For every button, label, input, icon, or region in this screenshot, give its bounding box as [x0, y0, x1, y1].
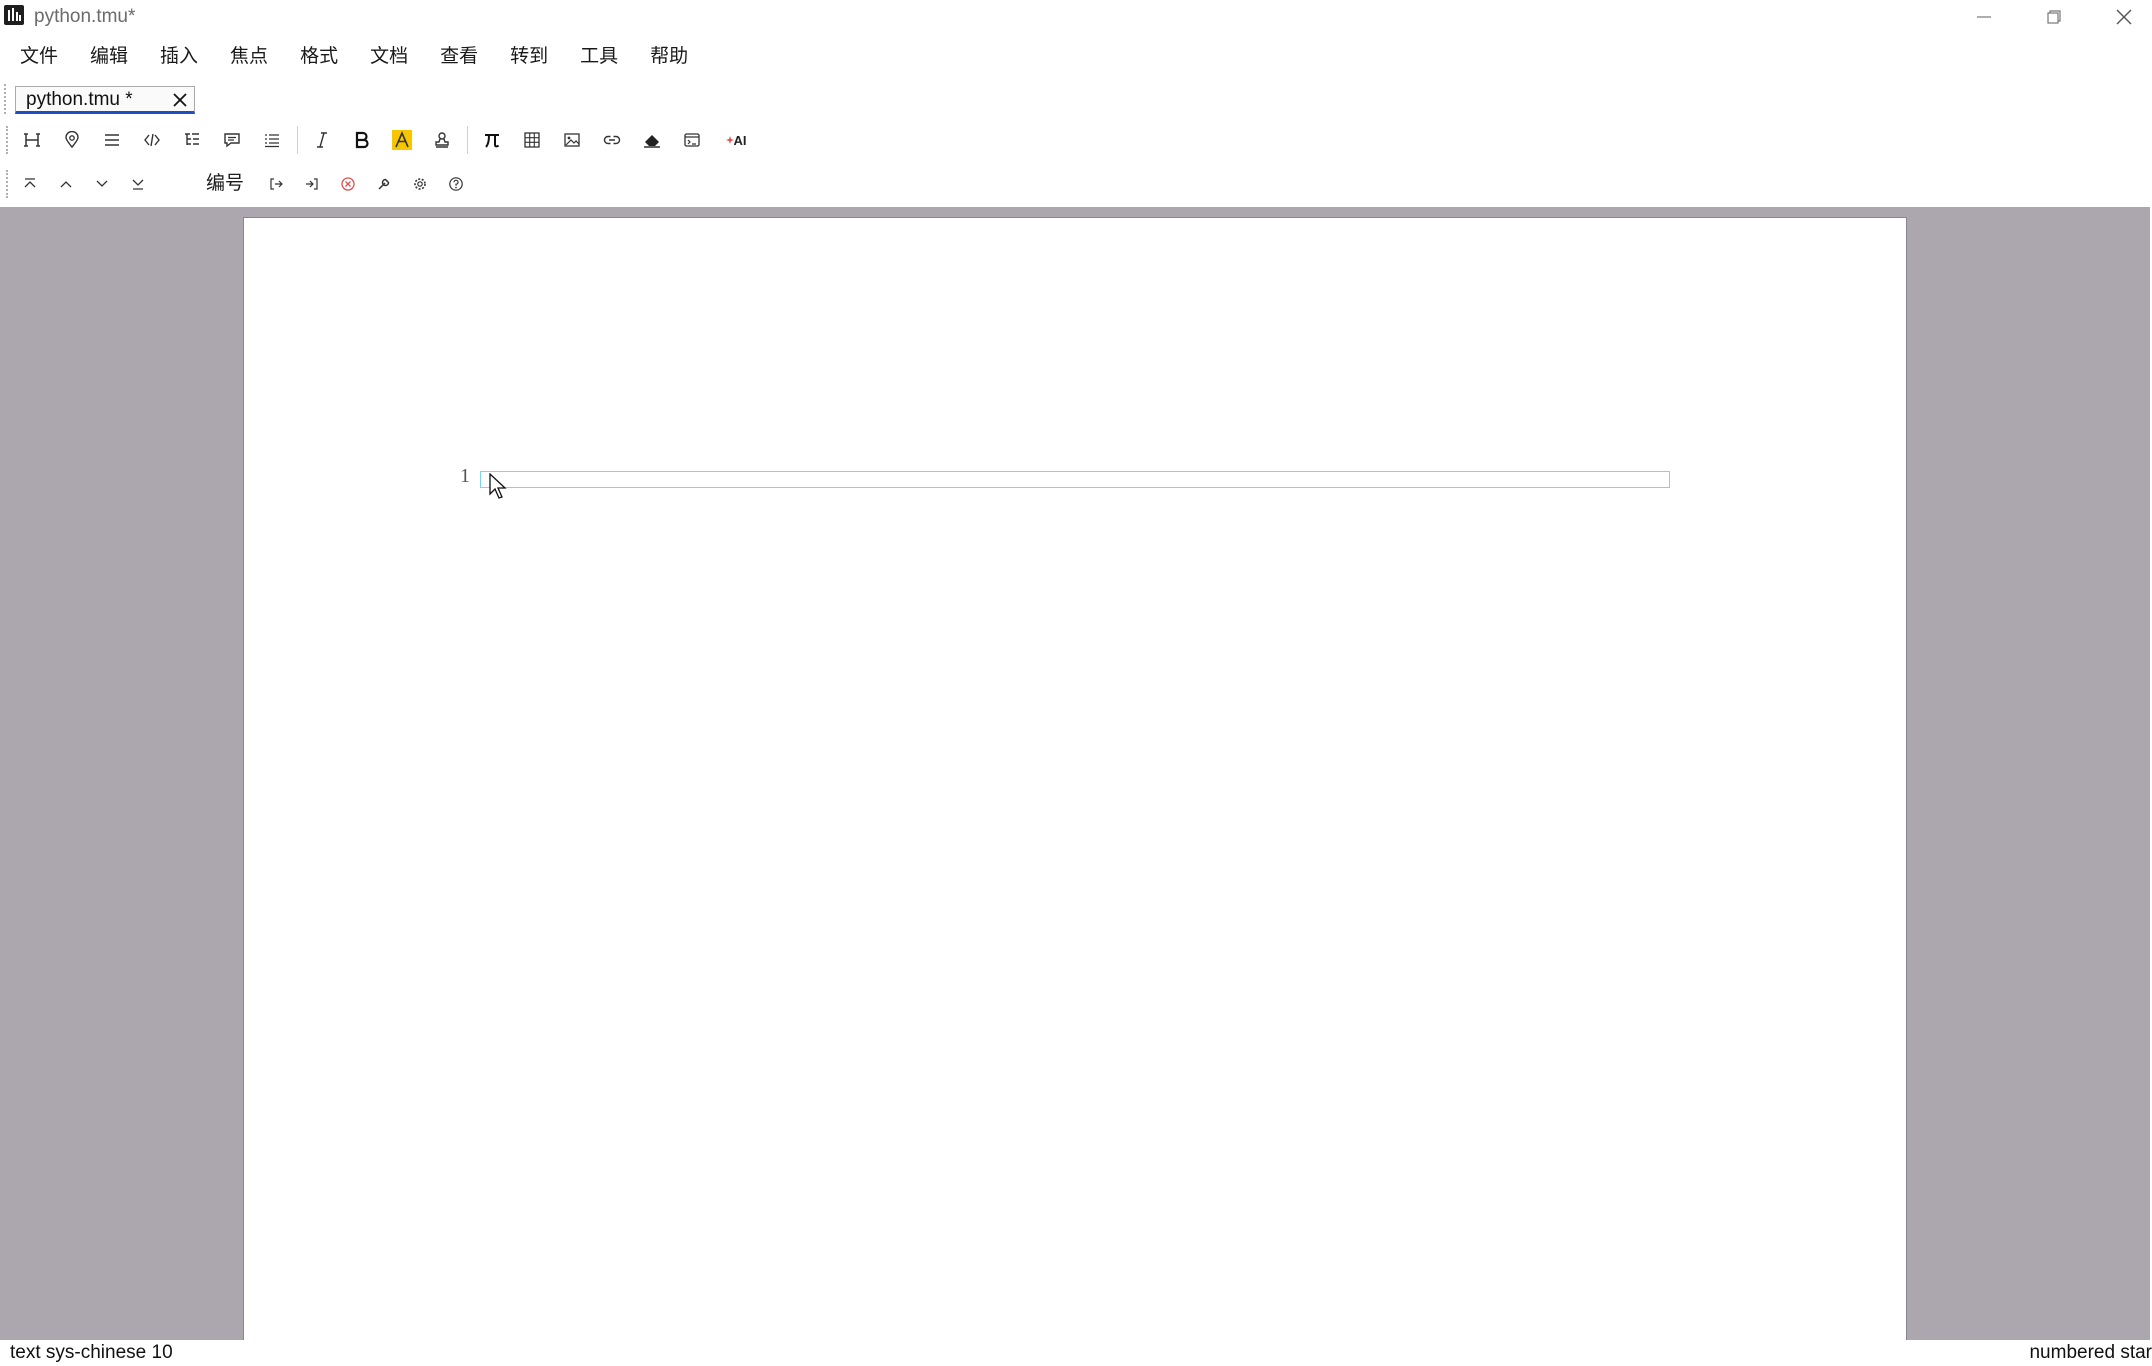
- status-text-style: text sys-chinese 10: [10, 1342, 173, 1363]
- numbering-button[interactable]: 编号: [204, 170, 246, 198]
- status-mode: numbered star: [2029, 1342, 2152, 1363]
- menu-document[interactable]: 文档: [370, 40, 408, 76]
- line-number: 1: [460, 465, 470, 487]
- tab-strip-grip[interactable]: [4, 84, 8, 114]
- wrench-icon: [378, 178, 390, 190]
- focus-pin-button[interactable]: [58, 126, 86, 154]
- comment-button[interactable]: [218, 126, 246, 154]
- code-icon: [144, 133, 160, 147]
- ai-label: AI: [733, 132, 747, 148]
- menu-bar: 文件 编辑 插入 焦点 格式 文档 查看 转到 工具 帮助: [0, 40, 720, 76]
- navigation-toolbar: 编号: [0, 164, 900, 204]
- cancel-circle-icon: [341, 177, 355, 191]
- code-button[interactable]: [138, 126, 166, 154]
- terminal-window-icon: [684, 133, 700, 147]
- menu-edit[interactable]: 编辑: [90, 40, 128, 76]
- import-icon: [306, 178, 318, 190]
- title-bar: python.tmu*: [0, 0, 2152, 36]
- move-up-icon: [60, 181, 72, 188]
- minimize-icon: [1977, 16, 1991, 18]
- table-button[interactable]: [518, 126, 546, 154]
- eraser-icon: [644, 135, 660, 148]
- export-icon: [270, 178, 283, 190]
- link-icon: [603, 135, 621, 145]
- paragraph-button[interactable]: [98, 126, 126, 154]
- menu-focus[interactable]: 焦点: [230, 40, 268, 76]
- tab-close-button[interactable]: [170, 90, 190, 110]
- toolbar-separator: [297, 126, 298, 154]
- move-top-button[interactable]: [16, 170, 44, 198]
- italic-button[interactable]: [308, 126, 336, 154]
- toolbar-separator: [467, 126, 468, 154]
- wrench-button[interactable]: [370, 170, 398, 198]
- heading-button[interactable]: [18, 126, 46, 154]
- paragraph-icon: [105, 134, 119, 146]
- tab-label: python.tmu *: [26, 89, 133, 110]
- focus-pin-icon: [65, 131, 79, 149]
- help-button[interactable]: [442, 170, 470, 198]
- outline-tree-button[interactable]: [178, 126, 206, 154]
- highlight-icon: [392, 130, 412, 150]
- maximize-icon: [2047, 10, 2061, 24]
- help-circle-icon: [449, 177, 463, 191]
- move-bottom-button[interactable]: [124, 170, 152, 198]
- editable-line[interactable]: [480, 471, 1670, 488]
- bold-icon: [355, 131, 369, 149]
- move-down-button[interactable]: [88, 170, 116, 198]
- eraser-button[interactable]: [638, 126, 666, 154]
- app-logo-icon: [4, 5, 24, 25]
- list-icon: [265, 134, 279, 148]
- move-top-icon: [24, 178, 36, 188]
- highlight-button[interactable]: [388, 126, 416, 154]
- close-window-button[interactable]: [2090, 0, 2152, 34]
- formula-pi-icon: [485, 134, 500, 148]
- document-page[interactable]: 1: [243, 217, 1907, 1340]
- close-icon: [2116, 9, 2132, 25]
- menu-view[interactable]: 查看: [440, 40, 478, 76]
- window-title: python.tmu*: [34, 6, 136, 27]
- move-up-button[interactable]: [52, 170, 80, 198]
- status-bar: text sys-chinese 10 numbered star: [0, 1340, 2152, 1366]
- settings-button[interactable]: [406, 170, 434, 198]
- toolbar-grip[interactable]: [6, 170, 10, 198]
- comment-icon: [224, 133, 240, 148]
- tab-python-tmu[interactable]: python.tmu *: [15, 86, 195, 114]
- ai-icon: [725, 136, 734, 144]
- terminal-window-button[interactable]: [678, 126, 706, 154]
- minimize-button[interactable]: [1950, 0, 2018, 34]
- close-icon: [173, 93, 187, 107]
- menu-format[interactable]: 格式: [300, 40, 338, 76]
- import-button[interactable]: [298, 170, 326, 198]
- stamp-button[interactable]: [428, 126, 456, 154]
- link-button[interactable]: [598, 126, 626, 154]
- table-icon: [524, 132, 540, 148]
- image-button[interactable]: [558, 126, 586, 154]
- bold-button[interactable]: [348, 126, 376, 154]
- move-bottom-icon: [132, 179, 144, 190]
- gear-icon: [414, 178, 426, 190]
- menu-help[interactable]: 帮助: [650, 40, 688, 76]
- italic-icon: [317, 132, 327, 148]
- document-workspace[interactable]: 1: [0, 207, 2150, 1340]
- menu-insert[interactable]: 插入: [160, 40, 198, 76]
- maximize-button[interactable]: [2020, 0, 2088, 34]
- outline-tree-icon: [185, 133, 199, 145]
- toolbar-grip[interactable]: [6, 126, 10, 154]
- cancel-button[interactable]: [334, 170, 362, 198]
- menu-goto[interactable]: 转到: [510, 40, 548, 76]
- heading-icon: [24, 133, 40, 147]
- formatting-toolbar: AI: [0, 120, 900, 160]
- stamp-icon: [435, 132, 449, 148]
- export-button[interactable]: [262, 170, 290, 198]
- menu-file[interactable]: 文件: [20, 40, 58, 76]
- formula-button[interactable]: [478, 126, 506, 154]
- mouse-pointer-icon: [489, 473, 507, 499]
- list-button[interactable]: [258, 126, 286, 154]
- image-icon: [564, 133, 580, 147]
- tab-strip: python.tmu *: [0, 80, 2152, 118]
- ai-button[interactable]: AI: [718, 126, 754, 154]
- move-down-icon: [96, 180, 108, 187]
- menu-tools[interactable]: 工具: [580, 40, 618, 76]
